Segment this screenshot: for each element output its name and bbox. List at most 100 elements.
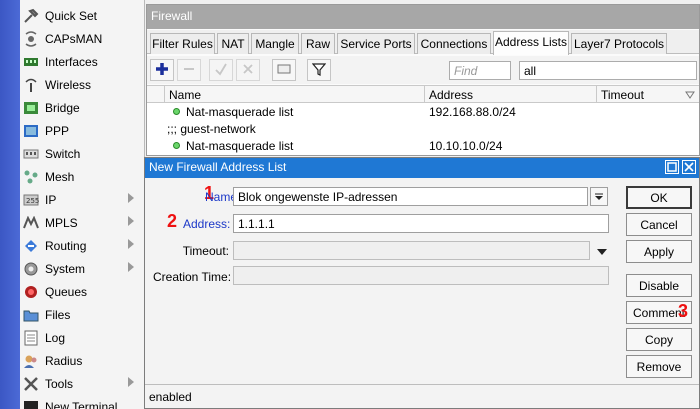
status-dot-icon	[173, 108, 180, 116]
mesh-icon	[22, 169, 40, 185]
tab-raw[interactable]: Raw	[301, 33, 335, 54]
row-address: 192.168.88.0/24	[429, 105, 516, 119]
timeout-field[interactable]	[233, 241, 590, 260]
filter-button[interactable]	[307, 59, 331, 81]
table-row-comment[interactable]: ;;; guest-network	[147, 121, 699, 138]
disable-button[interactable]	[236, 59, 260, 81]
tab-mangle[interactable]: Mangle	[251, 33, 299, 54]
restore-button[interactable]	[665, 160, 679, 174]
sidebar-item-label: Routing	[45, 238, 87, 253]
sidebar-item-log[interactable]: Log	[22, 326, 144, 349]
sidebar-item-files[interactable]: Files	[22, 303, 144, 326]
cancel-button[interactable]: Cancel	[626, 213, 692, 236]
dialog-title-bar: New Firewall Address List	[145, 158, 699, 178]
sidebar-item-ppp[interactable]: PPP	[22, 119, 144, 142]
disable-dialog-button[interactable]: Disable	[626, 274, 692, 297]
address-label: Address:	[183, 217, 231, 231]
timeout-label: Timeout:	[182, 244, 229, 258]
sidebar-item-label: Tools	[45, 376, 74, 391]
address-list-filter-select[interactable]: all	[519, 61, 697, 80]
sidebar-item-new-terminal[interactable]: New Terminal	[22, 395, 144, 409]
log-icon	[22, 330, 40, 346]
sidebar-item-mpls[interactable]: MPLS	[22, 211, 144, 234]
firewall-toolbar: Find all	[147, 56, 699, 84]
sidebar-item-label: CAPsMAN	[45, 31, 103, 46]
apply-button[interactable]: Apply	[626, 240, 692, 263]
switch-icon	[22, 146, 40, 162]
sidebar-item-label: Mesh	[45, 169, 75, 184]
name-field[interactable]: Blok ongewenste IP-adressen	[233, 187, 588, 206]
sidebar-item-tools[interactable]: Tools	[22, 372, 144, 395]
tab-nat[interactable]: NAT	[217, 33, 249, 54]
table-row[interactable]: Nat-masquerade list 10.10.10.0/24	[147, 138, 699, 155]
remove-dialog-button[interactable]: Remove	[626, 355, 692, 378]
sidebar-item-wireless[interactable]: Wireless	[22, 73, 144, 96]
sidebar-item-label: Radius	[45, 353, 83, 368]
tab-service-ports[interactable]: Service Ports	[337, 33, 415, 54]
address-field[interactable]: 1.1.1.1	[233, 214, 609, 233]
tab-address-lists[interactable]: Address Lists	[493, 31, 569, 55]
sidebar-item-capsman[interactable]: CAPsMAN	[22, 27, 144, 50]
sidebar-item-label: Switch	[45, 146, 81, 161]
column-options-icon[interactable]	[685, 89, 695, 103]
column-header-address[interactable]: Address	[424, 86, 596, 103]
close-button[interactable]	[682, 160, 696, 174]
creation-time-field	[233, 266, 609, 285]
enable-button[interactable]	[209, 59, 233, 81]
capsman-icon	[22, 30, 40, 47]
sidebar-item-system[interactable]: System	[22, 257, 144, 280]
submenu-arrow-icon	[128, 239, 134, 249]
sidebar-item-label: System	[45, 261, 86, 276]
sidebar-item-label: PPP	[45, 123, 70, 138]
new-address-list-dialog: New Firewall Address List 1 Name: Blok o…	[144, 157, 700, 409]
timeout-dropdown-icon[interactable]	[597, 245, 607, 259]
check-icon	[214, 62, 228, 79]
sidebar-item-label: IP	[45, 192, 57, 207]
sidebar-item-mesh[interactable]: Mesh	[22, 165, 144, 188]
add-button[interactable]	[150, 59, 174, 81]
dialog-status-bar: enabled	[145, 384, 699, 408]
step-marker-2: 2	[167, 211, 178, 231]
table-row[interactable]: Nat-masquerade list 192.168.88.0/24	[147, 104, 699, 121]
sidebar-item-ip[interactable]: 255 IP	[22, 188, 144, 211]
sidebar-item-switch[interactable]: Switch	[22, 142, 144, 165]
svg-text:255: 255	[26, 197, 39, 205]
sidebar-strip	[0, 0, 20, 409]
routing-icon	[22, 238, 40, 254]
copy-button[interactable]: Copy	[626, 328, 692, 351]
ok-button[interactable]: OK	[626, 186, 692, 209]
row-address: 10.10.10.0/24	[429, 139, 503, 153]
ppp-icon	[22, 123, 40, 139]
submenu-arrow-icon	[128, 193, 134, 203]
sidebar-item-label: Queues	[45, 284, 88, 299]
comment-toolbar-button[interactable]	[272, 59, 296, 81]
tab-connections[interactable]: Connections	[417, 33, 491, 54]
tab-layer7-protocols[interactable]: Layer7 Protocols	[571, 33, 667, 54]
sidebar-item-bridge[interactable]: Bridge	[22, 96, 144, 119]
quickset-icon	[22, 8, 40, 24]
sidebar-item-interfaces[interactable]: Interfaces	[22, 50, 144, 73]
sidebar-item-queues[interactable]: Queues	[22, 280, 144, 303]
sidebar-item-label: Log	[45, 330, 66, 345]
folder-icon	[22, 307, 40, 323]
sidebar-item-radius[interactable]: Radius	[22, 349, 144, 372]
dialog-title: New Firewall Address List	[149, 160, 287, 174]
sidebar-item-label: Bridge	[45, 100, 80, 115]
name-label: Name:	[205, 190, 241, 204]
firewall-tabs: Filter Rules NAT Mangle Raw Service Port…	[147, 30, 699, 55]
sidebar-item-label: Interfaces	[45, 54, 98, 69]
note-icon	[277, 63, 291, 78]
sidebar-item-quick-set[interactable]: Quick Set	[22, 4, 144, 27]
row-name: Nat-masquerade list	[186, 139, 294, 153]
column-header-name[interactable]: Name	[164, 86, 424, 103]
dropdown-icon	[595, 193, 603, 200]
tab-filter-rules[interactable]: Filter Rules	[150, 33, 215, 54]
sidebar-item-routing[interactable]: Routing	[22, 234, 144, 257]
find-input[interactable]: Find	[449, 61, 511, 80]
sidebar-item-label: New Terminal	[45, 399, 118, 409]
plus-icon	[155, 62, 169, 79]
remove-button[interactable]	[177, 59, 201, 81]
gear-icon	[22, 261, 40, 277]
terminal-icon	[22, 399, 40, 409]
name-dropdown-button[interactable]	[590, 187, 608, 206]
